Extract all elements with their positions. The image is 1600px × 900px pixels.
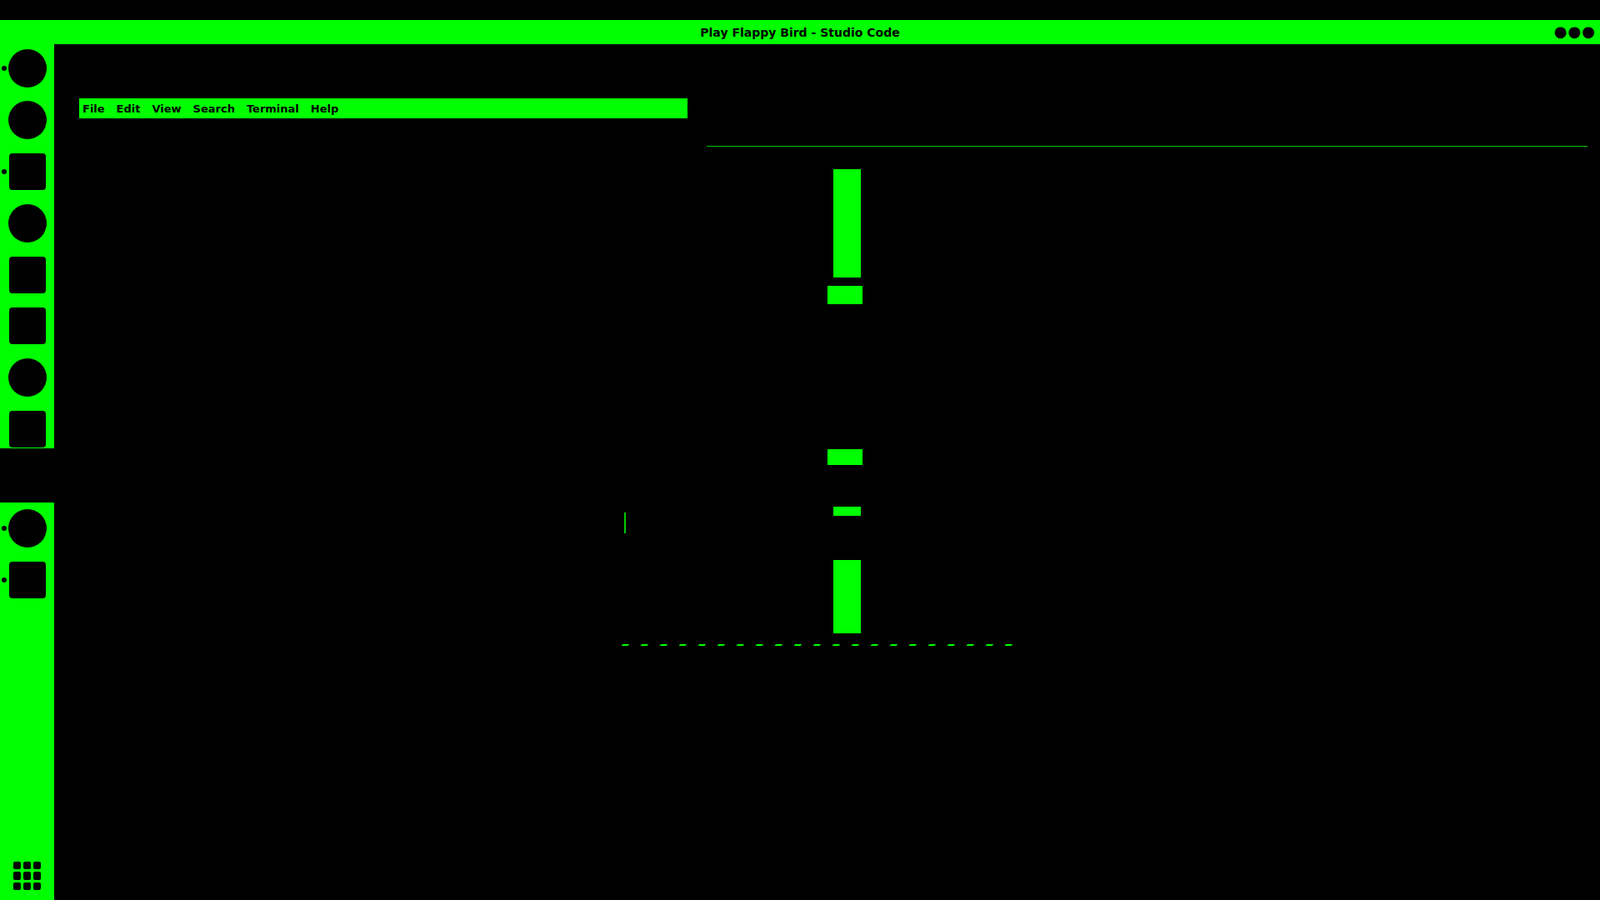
dock-item[interactable] — [0, 358, 55, 397]
menu-bar: File Edit View Search Terminal Help — [79, 98, 688, 119]
menu-item[interactable]: View — [151, 102, 181, 115]
dock — [0, 44, 55, 900]
running-dot — [1, 65, 7, 71]
pipe-piece — [833, 506, 861, 516]
dock-item[interactable] — [0, 307, 55, 346]
dock-item[interactable] — [0, 204, 55, 243]
dock-section — [0, 502, 55, 900]
app-icon — [8, 358, 47, 397]
ground — [623, 640, 1015, 646]
dock-item[interactable] — [0, 509, 55, 548]
status-indicator[interactable]: ● — [1554, 23, 1568, 40]
top-bar: Play Flappy Bird - Studio Code●●● — [0, 20, 1600, 45]
dock-item[interactable] — [0, 410, 55, 449]
window-title: Play Flappy Bird - Studio Code — [700, 25, 900, 40]
dock-item[interactable] — [0, 255, 55, 295]
pipe — [833, 169, 861, 278]
app-icon — [9, 256, 46, 294]
app-icon — [9, 410, 46, 448]
dock-item[interactable] — [0, 152, 55, 191]
app-icon — [9, 153, 46, 190]
menu-item[interactable]: File — [82, 102, 105, 115]
status-indicators[interactable]: ●●● — [1554, 23, 1595, 40]
app-grid-icon[interactable] — [13, 861, 42, 890]
running-dot — [1, 525, 7, 531]
app-icon — [9, 561, 46, 599]
text-cursor — [624, 512, 626, 534]
menu-item[interactable]: Search — [193, 102, 235, 115]
running-dot — [1, 577, 7, 583]
pipe-cap — [827, 285, 863, 305]
dock-item[interactable] — [0, 100, 55, 140]
running-dot — [1, 169, 7, 175]
app-icon — [9, 307, 46, 345]
status-indicator[interactable]: ● — [1581, 23, 1595, 40]
menu-item[interactable]: Help — [310, 102, 339, 115]
divider-line — [706, 145, 1588, 147]
pipe-cap — [827, 449, 863, 465]
app-icon — [8, 49, 47, 88]
menu-item[interactable]: Terminal — [246, 102, 300, 115]
desktop-screen: Play Flappy Bird - Studio Code●●●FileEdi… — [0, 0, 1600, 900]
workspace: File Edit View Search Terminal Help — [54, 44, 1600, 900]
status-indicator[interactable]: ● — [1568, 23, 1582, 40]
dock-section — [0, 44, 55, 449]
app-icon — [8, 100, 47, 140]
dock-item[interactable] — [0, 49, 55, 88]
pipe — [833, 560, 861, 634]
menu-item[interactable]: Edit — [116, 102, 141, 115]
dock-item[interactable] — [0, 560, 55, 600]
app-icon — [8, 509, 47, 548]
app-icon — [8, 204, 47, 243]
